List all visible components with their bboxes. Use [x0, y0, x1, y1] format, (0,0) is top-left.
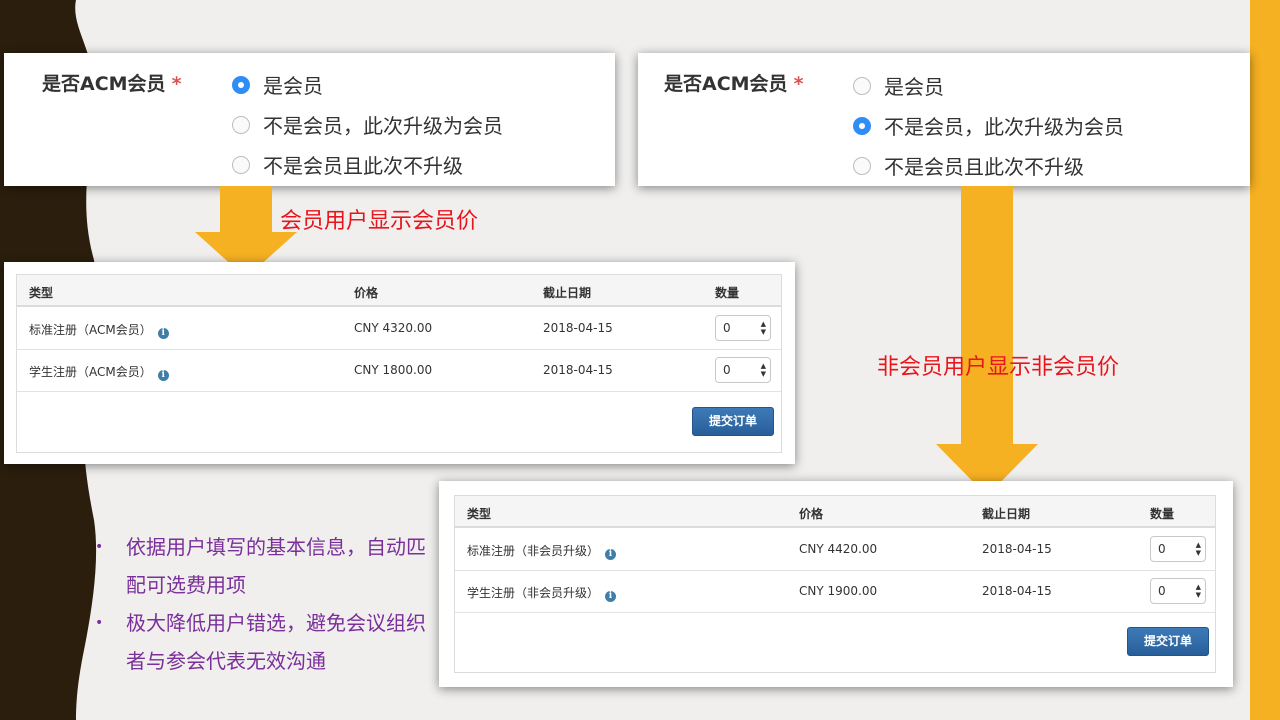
- quantity-select[interactable]: 0 ▲ ▼: [1150, 536, 1206, 562]
- type-text: 标准注册（ACM会员）: [29, 323, 152, 337]
- radio-option-no-upgrade[interactable]: 不是会员且此次不升级: [853, 151, 1084, 180]
- nonmember-price-table-panel: 类型 价格 截止日期 数量 标准注册（非会员升级） i CNY 4420.00 2…: [439, 481, 1233, 687]
- quantity-value: 0: [1158, 584, 1166, 598]
- info-icon[interactable]: i: [605, 549, 617, 560]
- header-price: 价格: [354, 286, 379, 300]
- info-icon[interactable]: i: [605, 591, 617, 602]
- radio-button[interactable]: [232, 155, 250, 174]
- deadline-cell: 2018-04-15: [543, 321, 613, 335]
- price-cell: CNY 4420.00: [799, 542, 878, 556]
- radio-label: 是会员: [263, 74, 323, 98]
- radio-option-upgrade[interactable]: 不是会员，此次升级为会员: [232, 110, 503, 139]
- spinner-icon: ▲ ▼: [1195, 541, 1201, 557]
- info-icon[interactable]: i: [157, 328, 169, 339]
- radio-option-no-upgrade[interactable]: 不是会员且此次不升级: [232, 150, 463, 179]
- table-row: 标准注册（ACM会员） i CNY 4320.00 2018-04-15 0 ▲ ▼: [17, 307, 781, 350]
- price-table: 类型 价格 截止日期 数量 标准注册（ACM会员） i CNY 4320.00 2…: [16, 274, 782, 453]
- submit-order-button[interactable]: 提交订单: [1127, 627, 1209, 656]
- bullet-item: • 极大降低用户错选，避免会议组织者与参会代表无效沟通: [95, 604, 435, 680]
- deadline-cell: 2018-04-15: [982, 584, 1052, 598]
- radio-label: 是会员: [884, 75, 944, 99]
- submit-order-button[interactable]: 提交订单: [692, 407, 774, 436]
- type-cell: 标准注册（非会员升级） i: [467, 542, 617, 560]
- radio-button[interactable]: [853, 76, 871, 95]
- member-price-table-panel: 类型 价格 截止日期 数量 标准注册（ACM会员） i CNY 4320.00 2…: [4, 262, 795, 464]
- header-type: 类型: [29, 286, 54, 300]
- quantity-select[interactable]: 0 ▲ ▼: [715, 315, 771, 341]
- bullet-dot-icon: •: [95, 539, 104, 555]
- type-text: 学生注册（ACM会员）: [29, 365, 152, 379]
- bullet-item: • 依据用户填写的基本信息，自动匹配可选费用项: [95, 528, 435, 604]
- header-type: 类型: [467, 507, 492, 521]
- header-quantity: 数量: [715, 286, 740, 300]
- membership-question-label: 是否ACM会员 *: [664, 69, 804, 96]
- deadline-cell: 2018-04-15: [982, 542, 1052, 556]
- table-row: 学生注册（ACM会员） i CNY 1800.00 2018-04-15 0 ▲ ▼: [17, 349, 781, 392]
- radio-label: 不是会员且此次不升级: [884, 155, 1084, 179]
- header-deadline: 截止日期: [543, 286, 592, 300]
- radio-button[interactable]: [853, 156, 871, 175]
- quantity-value: 0: [1158, 542, 1166, 556]
- bullet-text: 极大降低用户错选，避免会议组织者与参会代表无效沟通: [126, 611, 426, 673]
- radio-label: 不是会员且此次不升级: [263, 154, 463, 178]
- info-icon[interactable]: i: [157, 370, 169, 381]
- bullet-dot-icon: •: [95, 615, 104, 631]
- question-text: 是否ACM会员: [664, 73, 788, 95]
- quantity-value: 0: [723, 363, 731, 377]
- member-radio-panel: 是否ACM会员 * 是会员 不是会员，此次升级为会员 不是会员且此次不升级: [4, 53, 615, 186]
- spinner-icon: ▲ ▼: [1195, 583, 1201, 599]
- bullet-text: 依据用户填写的基本信息，自动匹配可选费用项: [126, 535, 426, 597]
- radio-button-checked[interactable]: [853, 116, 871, 135]
- radio-option-member[interactable]: 是会员: [232, 70, 323, 99]
- nonmember-price-label: 非会员用户显示非会员价: [877, 355, 1120, 380]
- quantity-select[interactable]: 0 ▲ ▼: [715, 357, 771, 383]
- type-text: 学生注册（非会员升级）: [467, 586, 600, 600]
- spinner-icon: ▲ ▼: [760, 362, 766, 378]
- deadline-cell: 2018-04-15: [543, 363, 613, 377]
- price-cell: CNY 1800.00: [354, 363, 433, 377]
- nonmember-radio-panel: 是否ACM会员 * 是会员 不是会员，此次升级为会员 不是会员且此次不升级: [638, 53, 1250, 186]
- type-cell: 学生注册（非会员升级） i: [467, 584, 617, 602]
- type-cell: 学生注册（ACM会员） i: [29, 363, 169, 381]
- price-table: 类型 价格 截止日期 数量 标准注册（非会员升级） i CNY 4420.00 2…: [454, 495, 1216, 673]
- quantity-value: 0: [723, 321, 731, 335]
- header-deadline: 截止日期: [982, 507, 1031, 521]
- price-cell: CNY 4320.00: [354, 321, 433, 335]
- right-accent-band: [1250, 0, 1280, 720]
- radio-label: 不是会员，此次升级为会员: [263, 114, 503, 138]
- header-quantity: 数量: [1150, 507, 1175, 521]
- quantity-select[interactable]: 0 ▲ ▼: [1150, 578, 1206, 604]
- header-price: 价格: [799, 507, 824, 521]
- member-price-label: 会员用户显示会员价: [280, 209, 479, 234]
- radio-button[interactable]: [232, 115, 250, 134]
- radio-option-upgrade[interactable]: 不是会员，此次升级为会员: [853, 111, 1124, 140]
- radio-option-member[interactable]: 是会员: [853, 71, 944, 100]
- question-text: 是否ACM会员: [42, 73, 166, 95]
- table-row: 学生注册（非会员升级） i CNY 1900.00 2018-04-15 0 ▲ ▼: [455, 570, 1215, 613]
- price-cell: CNY 1900.00: [799, 584, 878, 598]
- table-header: 类型 价格 截止日期 数量: [17, 275, 781, 307]
- down-arrow-nonmember: [936, 186, 1038, 496]
- required-asterisk: *: [171, 73, 182, 95]
- radio-label: 不是会员，此次升级为会员: [884, 115, 1124, 139]
- type-cell: 标准注册（ACM会员） i: [29, 321, 169, 339]
- required-asterisk: *: [793, 73, 804, 95]
- table-row: 标准注册（非会员升级） i CNY 4420.00 2018-04-15 0 ▲ ▼: [455, 528, 1215, 571]
- table-header: 类型 价格 截止日期 数量: [455, 496, 1215, 528]
- membership-question-label: 是否ACM会员 *: [42, 69, 182, 96]
- spinner-icon: ▲ ▼: [760, 320, 766, 336]
- radio-button-checked[interactable]: [232, 75, 250, 94]
- feature-bullet-list: • 依据用户填写的基本信息，自动匹配可选费用项 • 极大降低用户错选，避免会议组织者…: [95, 528, 435, 680]
- type-text: 标准注册（非会员升级）: [467, 544, 600, 558]
